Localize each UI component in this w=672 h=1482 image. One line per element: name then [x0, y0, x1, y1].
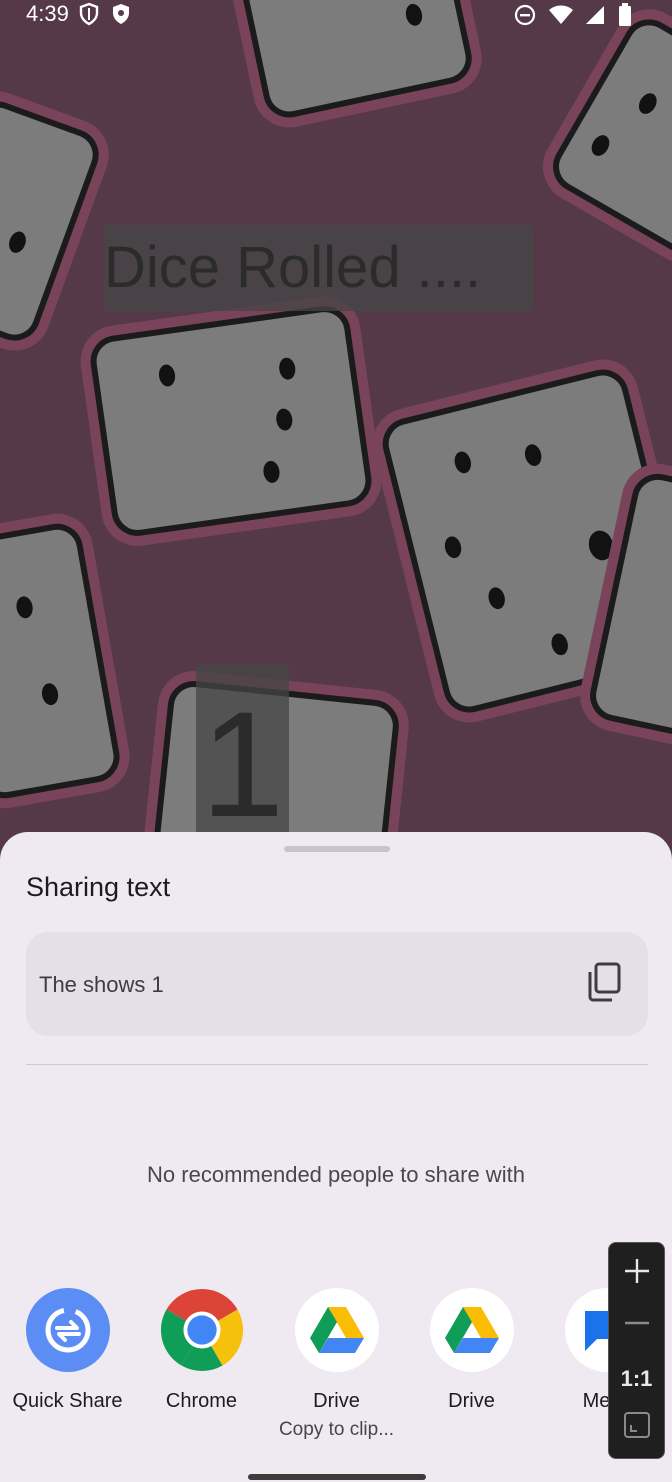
battery-icon: [618, 3, 632, 33]
share-target-drive[interactable]: Drive: [404, 1288, 539, 1413]
dnd-icon: [514, 4, 536, 32]
share-targets-row: Quick Share Chrome Drive Copy to clip...…: [0, 1288, 672, 1468]
copy-icon: [586, 962, 622, 1007]
divider: [26, 1064, 648, 1065]
sheet-drag-handle[interactable]: [284, 846, 390, 852]
share-target-quick-share[interactable]: Quick Share: [0, 1288, 135, 1413]
sheet-title: Sharing text: [26, 872, 171, 902]
shared-text-preview: The shows 1: [26, 932, 648, 1036]
security-shield-icon: [110, 2, 132, 32]
wifi-icon: [548, 4, 574, 32]
share-target-drive-copy[interactable]: Drive Copy to clip...: [269, 1288, 404, 1441]
zoom-control: 1:1: [608, 1242, 665, 1459]
share-sheet: Sharing text The shows 1 No recommended …: [0, 832, 672, 1482]
preview-text: The shows 1: [39, 972, 164, 997]
target-label: Chrome: [165, 1390, 238, 1412]
zoom-out-button[interactable]: [609, 1307, 664, 1343]
status-time: 4:39: [26, 1, 69, 26]
drive-icon: [429, 1288, 514, 1372]
chrome-icon: [160, 1288, 244, 1372]
target-label: Quick Share: [12, 1390, 123, 1412]
zoom-in-button[interactable]: [609, 1255, 664, 1291]
minus-icon: [623, 1309, 651, 1342]
signal-icon: [586, 4, 606, 32]
target-sublabel: Copy to clip...: [278, 1419, 395, 1440]
vpn-shield-icon: [78, 2, 100, 32]
quick-share-icon: [25, 1288, 110, 1372]
copy-button[interactable]: [582, 962, 626, 1006]
share-target-chrome[interactable]: Chrome: [134, 1288, 269, 1413]
gesture-nav-handle[interactable]: [248, 1474, 426, 1480]
zoom-ratio-button[interactable]: 1:1: [609, 1361, 664, 1397]
dice-title: Dice Rolled ....: [104, 225, 534, 311]
drive-icon: [294, 1288, 379, 1372]
plus-icon: [623, 1257, 651, 1290]
no-recommendations-message: No recommended people to share with: [147, 1162, 525, 1187]
dice-result-number: 1: [196, 664, 289, 834]
fit-screen-button[interactable]: [609, 1409, 664, 1445]
fit-screen-icon: [623, 1411, 651, 1444]
target-label: Drive: [448, 1390, 495, 1412]
status-bar: 4:39: [0, 0, 672, 30]
target-label: Drive: [313, 1390, 360, 1412]
